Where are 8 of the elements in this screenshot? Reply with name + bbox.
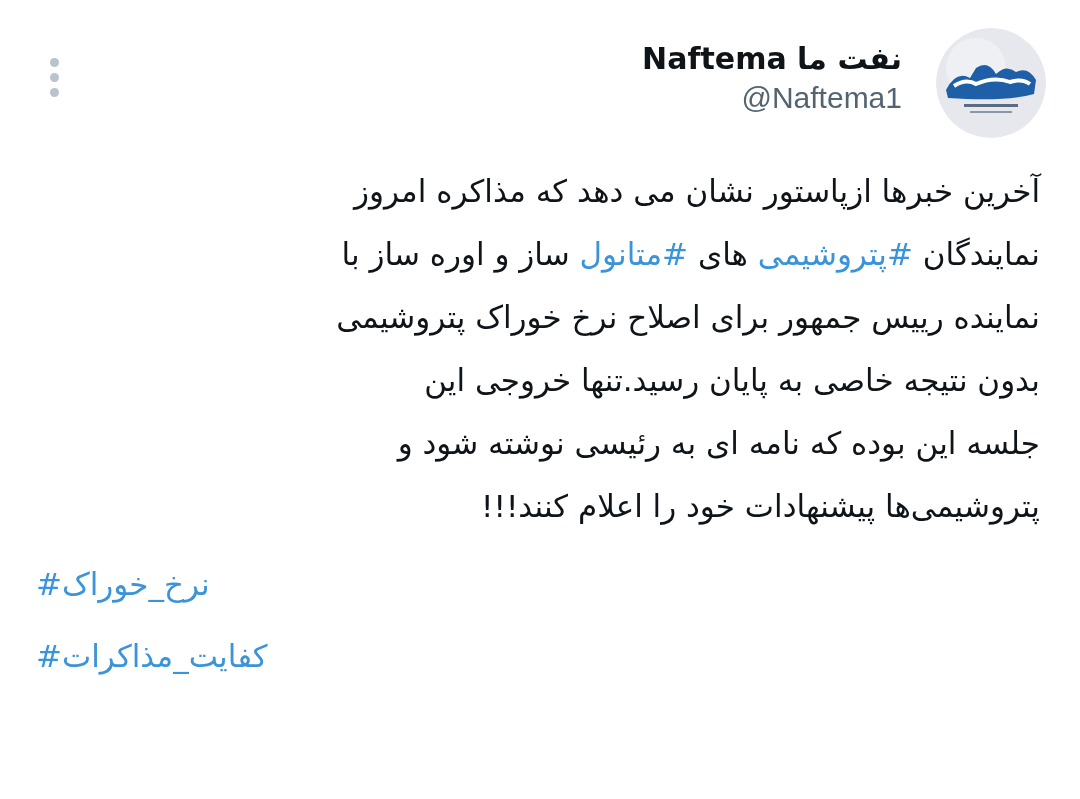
hashtag-link[interactable]: #متانول	[579, 236, 689, 272]
hashtag-link[interactable]: #نرخ_خوراک	[36, 548, 210, 620]
tweet-text: آخرین خبرها ازپاستور نشان می دهد که مذاکره امروز نمایندگان #پتروشیمی های #متانول ساز و اوره ساز با نماینده رییس جمهور برای اصلاح نرخ خوراک پتروشیمی بدون نتیجه خاصی به پایان رسید.تنها خروجی این جلسه این بوده که نامه ای به رئیسی نوشته شود و پتروشیمی‌ها پیشنهادات خود را اعلام کنند!!!	[335, 172, 1043, 527]
hashtag-link[interactable]: #کفایت_مذاکرات	[36, 620, 268, 692]
hashtag-link[interactable]: #پتروشیمی	[757, 236, 913, 272]
author-name[interactable]: نفت ما Naftema	[642, 40, 902, 78]
author-handle[interactable]: @Naftema1	[741, 78, 902, 118]
avatar-logo[interactable]	[936, 28, 1046, 138]
